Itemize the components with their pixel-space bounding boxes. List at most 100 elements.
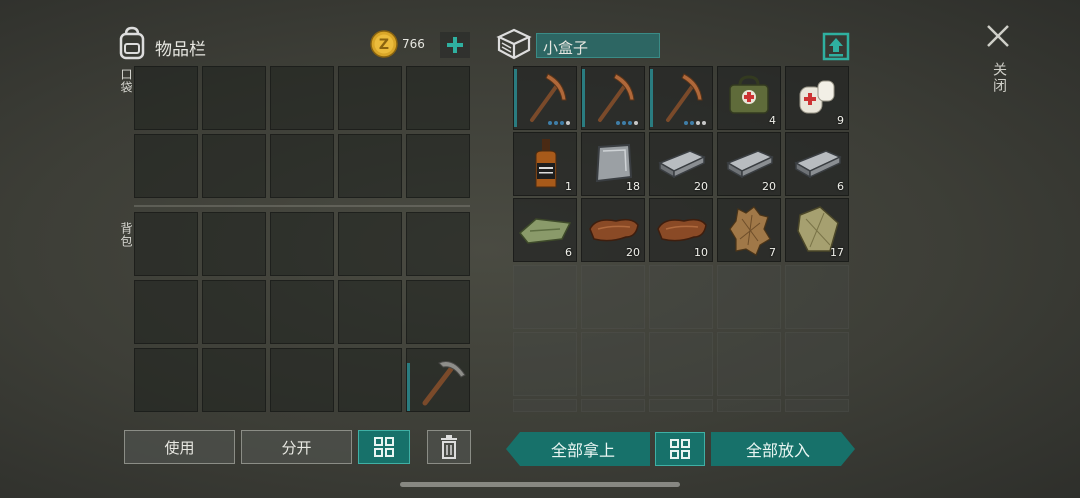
close-icon: [987, 25, 1009, 47]
container-slot[interactable]: 6: [513, 198, 577, 262]
upload-icon: [822, 32, 850, 61]
leather-icon: [657, 218, 707, 242]
container-slot[interactable]: [581, 332, 645, 396]
container-slot[interactable]: [513, 399, 577, 412]
container-slot[interactable]: [513, 66, 577, 130]
put-all-label: 全部放入: [745, 441, 810, 460]
container-slot[interactable]: 10: [649, 198, 713, 262]
cloth-icon: [518, 218, 572, 244]
whiskey-bottle-icon: [535, 139, 557, 188]
pickaxe-icon: [666, 73, 703, 122]
backpack-slot[interactable]: [270, 280, 334, 344]
pocket-slot[interactable]: [202, 66, 266, 130]
container-slot[interactable]: [785, 399, 849, 412]
backpack-slot[interactable]: [338, 212, 402, 276]
durability-bar: [650, 69, 653, 127]
backpack-slot[interactable]: [134, 280, 198, 344]
svg-text:Z: Z: [379, 37, 389, 53]
backpack-slot[interactable]: [134, 348, 198, 412]
backpack-slot[interactable]: [202, 348, 266, 412]
item-count: 20: [626, 246, 640, 259]
bandage-icon: [799, 80, 835, 114]
trash-icon: [441, 435, 457, 459]
add-coins-button[interactable]: [440, 32, 470, 58]
pocket-slot[interactable]: [338, 134, 402, 198]
item-count: 20: [694, 180, 708, 193]
container-slot[interactable]: 17: [785, 198, 849, 262]
iron-ingot-icon: [658, 150, 706, 179]
container-slot[interactable]: [649, 332, 713, 396]
metal-plate-icon: [595, 143, 633, 183]
backpack-slot[interactable]: [406, 280, 470, 344]
inventory-title: 物品栏: [155, 40, 206, 60]
use-button[interactable]: 使用: [124, 430, 235, 464]
sort-container-button[interactable]: [655, 432, 705, 466]
trash-button[interactable]: [427, 430, 471, 464]
container-slot[interactable]: [649, 399, 713, 412]
container-slot[interactable]: 7: [717, 198, 781, 262]
container-slot[interactable]: [581, 66, 645, 130]
container-slot[interactable]: [717, 399, 781, 412]
pocket-slot[interactable]: [406, 66, 470, 130]
container-name-field[interactable]: 小盒子: [536, 33, 660, 58]
item-count: 9: [837, 114, 844, 127]
container-slot[interactable]: [717, 265, 781, 329]
pocket-slot[interactable]: [134, 66, 198, 130]
home-indicator: [400, 482, 680, 487]
container-slot[interactable]: 1: [513, 132, 577, 196]
sort-inventory-button[interactable]: [358, 430, 410, 464]
backpack-label: 背包: [119, 222, 133, 248]
container-slot[interactable]: 4: [717, 66, 781, 130]
upload-button[interactable]: [822, 31, 850, 61]
container-slot[interactable]: [649, 265, 713, 329]
pocket-slot[interactable]: [338, 66, 402, 130]
pocket-slot[interactable]: [406, 134, 470, 198]
container-slot[interactable]: [649, 66, 713, 130]
container-slot[interactable]: [513, 265, 577, 329]
take-all-label: 全部拿上: [550, 441, 615, 460]
grid-sort-icon: [670, 439, 690, 459]
pickaxe-icon: [422, 361, 466, 406]
backpack-slot[interactable]: [202, 212, 266, 276]
medkit-icon: [729, 75, 769, 114]
backpack-slot[interactable]: [134, 212, 198, 276]
container-slot[interactable]: [581, 399, 645, 412]
backpack-slot-pickaxe[interactable]: [406, 348, 470, 412]
take-all-button[interactable]: 全部拿上: [506, 432, 650, 466]
box-icon: [496, 28, 532, 60]
put-all-button[interactable]: 全部放入: [711, 432, 855, 466]
iron-ingot-icon: [726, 150, 774, 179]
container-slot[interactable]: [513, 332, 577, 396]
container-slot[interactable]: 9: [785, 66, 849, 130]
container-slot[interactable]: [717, 332, 781, 396]
container-slot[interactable]: [785, 265, 849, 329]
container-slot[interactable]: 20: [581, 198, 645, 262]
backpack-slot[interactable]: [270, 212, 334, 276]
backpack-slot[interactable]: [406, 212, 470, 276]
container-slot[interactable]: 18: [581, 132, 645, 196]
backpack-slot[interactable]: [202, 280, 266, 344]
pocket-slot[interactable]: [270, 134, 334, 198]
close-button[interactable]: 关闭: [984, 22, 1012, 102]
item-count: 17: [830, 246, 844, 259]
plus-icon: [447, 37, 463, 53]
item-count: 1: [565, 180, 572, 193]
split-button[interactable]: 分开: [241, 430, 352, 464]
durability-dots: [548, 121, 570, 125]
container-slot[interactable]: 6: [785, 132, 849, 196]
pocket-slot[interactable]: [134, 134, 198, 198]
backpack-slot[interactable]: [338, 348, 402, 412]
leather-icon: [589, 218, 639, 242]
grid-sort-icon: [374, 437, 394, 457]
pocket-slot[interactable]: [270, 66, 334, 130]
container-slot[interactable]: [785, 332, 849, 396]
container-slot[interactable]: 20: [649, 132, 713, 196]
pickaxe-icon: [530, 73, 567, 122]
close-label: 关闭: [991, 62, 1007, 94]
backpack-slot[interactable]: [270, 348, 334, 412]
backpack-slot[interactable]: [338, 280, 402, 344]
container-slot[interactable]: [581, 265, 645, 329]
pocket-slot[interactable]: [202, 134, 266, 198]
item-count: 6: [565, 246, 572, 259]
container-slot[interactable]: 20: [717, 132, 781, 196]
